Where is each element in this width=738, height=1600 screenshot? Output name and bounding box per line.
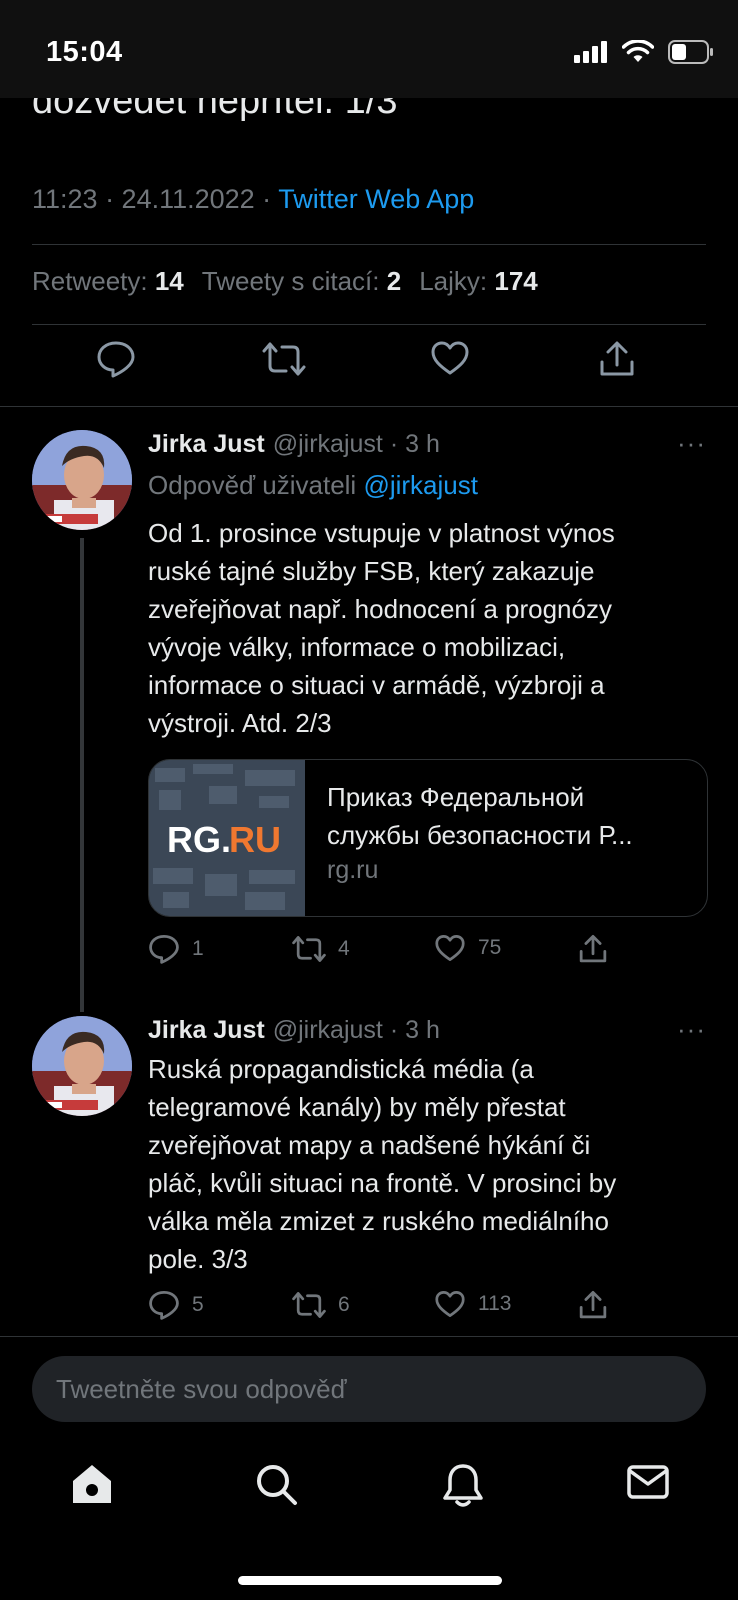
reply-button[interactable]: 1 <box>148 934 204 964</box>
reply-to-line: Odpověď uživateli @jirkajust <box>148 470 478 500</box>
share-icon <box>578 1290 608 1320</box>
like-count: 75 <box>478 936 502 959</box>
tweet-actions: 5 6 113 <box>148 1290 708 1330</box>
quotes-stat[interactable]: Tweety s citací: 2 <box>202 266 401 297</box>
share-button[interactable] <box>578 1290 608 1320</box>
tweet-header: Jirka Just @jirkajust · 3 h <box>148 1016 440 1045</box>
reply-input-placeholder: Tweetněte svou odpověď <box>56 1374 347 1404</box>
like-button[interactable]: 75 <box>434 934 501 962</box>
cellular-signal-icon <box>574 41 608 63</box>
tweet-text: Od 1. prosince vstupuje v platnost výnos… <box>148 518 615 738</box>
like-icon <box>434 934 466 962</box>
author-handle[interactable]: @jirkajust <box>273 1016 383 1044</box>
author-handle[interactable]: @jirkajust <box>273 430 383 458</box>
link-card[interactable]: RG. RU Приказ Федеральной службы безопас… <box>148 759 708 917</box>
like-count: 113 <box>478 1292 512 1315</box>
tweet-actions: 1 4 75 <box>148 934 708 974</box>
tweet-source-link[interactable]: Twitter Web App <box>278 184 474 214</box>
battery-icon <box>668 40 714 64</box>
reply-icon[interactable] <box>96 340 136 378</box>
rg-logo-accent: RU <box>229 819 281 860</box>
retweet-icon <box>292 1290 326 1320</box>
status-bar: 15:04 <box>0 0 738 98</box>
share-button[interactable] <box>578 934 608 964</box>
rg-logo-text: RG. <box>167 819 231 860</box>
home-icon[interactable] <box>70 1462 114 1506</box>
main-tweet-actions <box>0 340 738 390</box>
link-card-title-line2: службы безопасности Р... <box>327 820 633 850</box>
avatar[interactable] <box>32 430 132 530</box>
messages-envelope-icon[interactable] <box>626 1462 670 1502</box>
share-icon <box>578 934 608 964</box>
retweet-count: 4 <box>338 937 350 960</box>
tweet-timestamp: 11:23 · 24.11.2022 · <box>32 184 279 214</box>
bottom-nav <box>0 1440 738 1540</box>
retweet-icon <box>292 934 326 964</box>
reply-icon <box>148 1290 180 1320</box>
author-name[interactable]: Jirka Just <box>148 430 265 458</box>
divider <box>0 406 738 407</box>
retweet-icon[interactable] <box>262 340 306 378</box>
divider <box>0 1336 738 1337</box>
retweet-count: 6 <box>338 1293 350 1316</box>
author-name[interactable]: Jirka Just <box>148 1016 265 1044</box>
avatar[interactable] <box>32 1016 132 1116</box>
likes-stat[interactable]: Lajky: 174 <box>419 266 538 297</box>
like-icon <box>434 1290 466 1318</box>
reply-button[interactable]: 5 <box>148 1290 204 1320</box>
search-icon[interactable] <box>254 1462 298 1506</box>
status-time: 15:04 <box>46 36 123 68</box>
share-icon[interactable] <box>598 340 636 378</box>
reply-count: 1 <box>192 937 204 960</box>
reply-input[interactable]: Tweetněte svou odpověď <box>32 1356 706 1422</box>
reply-count: 5 <box>192 1293 204 1316</box>
tweet-time: · 3 h <box>389 430 440 458</box>
like-button[interactable]: 113 <box>434 1290 511 1318</box>
link-card-domain: rg.ru <box>327 856 379 884</box>
tweet-text: Ruská propagandistická média (a telegram… <box>148 1054 617 1274</box>
reply-icon <box>148 934 180 964</box>
tweet-stats: Retweety: 14 Tweety s citací: 2 Lajky: 1… <box>32 266 538 297</box>
retweet-button[interactable]: 6 <box>292 1290 350 1320</box>
more-options-icon[interactable]: ··· <box>677 1014 706 1045</box>
tweet-meta: 11:23 · 24.11.2022 · Twitter Web App <box>32 184 474 215</box>
more-options-icon[interactable]: ··· <box>677 428 706 459</box>
wifi-icon <box>622 40 654 64</box>
reply-to-handle[interactable]: @jirkajust <box>363 470 478 500</box>
tweet-header: Jirka Just @jirkajust · 3 h <box>148 430 440 459</box>
link-card-title-line1: Приказ Федеральной <box>327 782 585 812</box>
home-indicator <box>238 1576 502 1585</box>
like-icon[interactable] <box>430 340 470 376</box>
notifications-bell-icon[interactable] <box>442 1462 484 1508</box>
thread-line <box>80 538 84 1012</box>
retweets-stat[interactable]: Retweety: 14 <box>32 266 184 297</box>
link-card-thumbnail: RG. RU <box>149 760 305 916</box>
retweet-button[interactable]: 4 <box>292 934 350 964</box>
tweet-time: · 3 h <box>389 1016 440 1044</box>
divider <box>32 324 706 325</box>
divider <box>32 244 706 245</box>
